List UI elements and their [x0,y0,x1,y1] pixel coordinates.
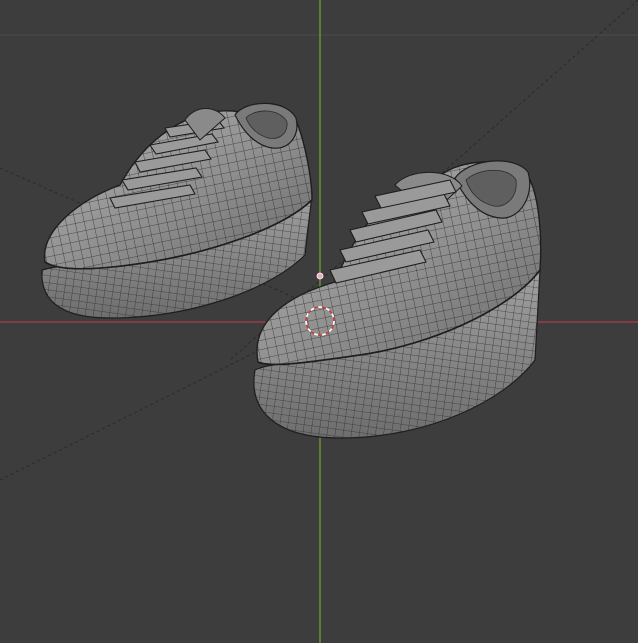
object-origin-icon[interactable] [316,272,324,280]
viewport-canvas[interactable] [0,0,638,643]
3d-viewport[interactable] [0,0,638,643]
left-sneaker[interactable] [41,102,313,319]
